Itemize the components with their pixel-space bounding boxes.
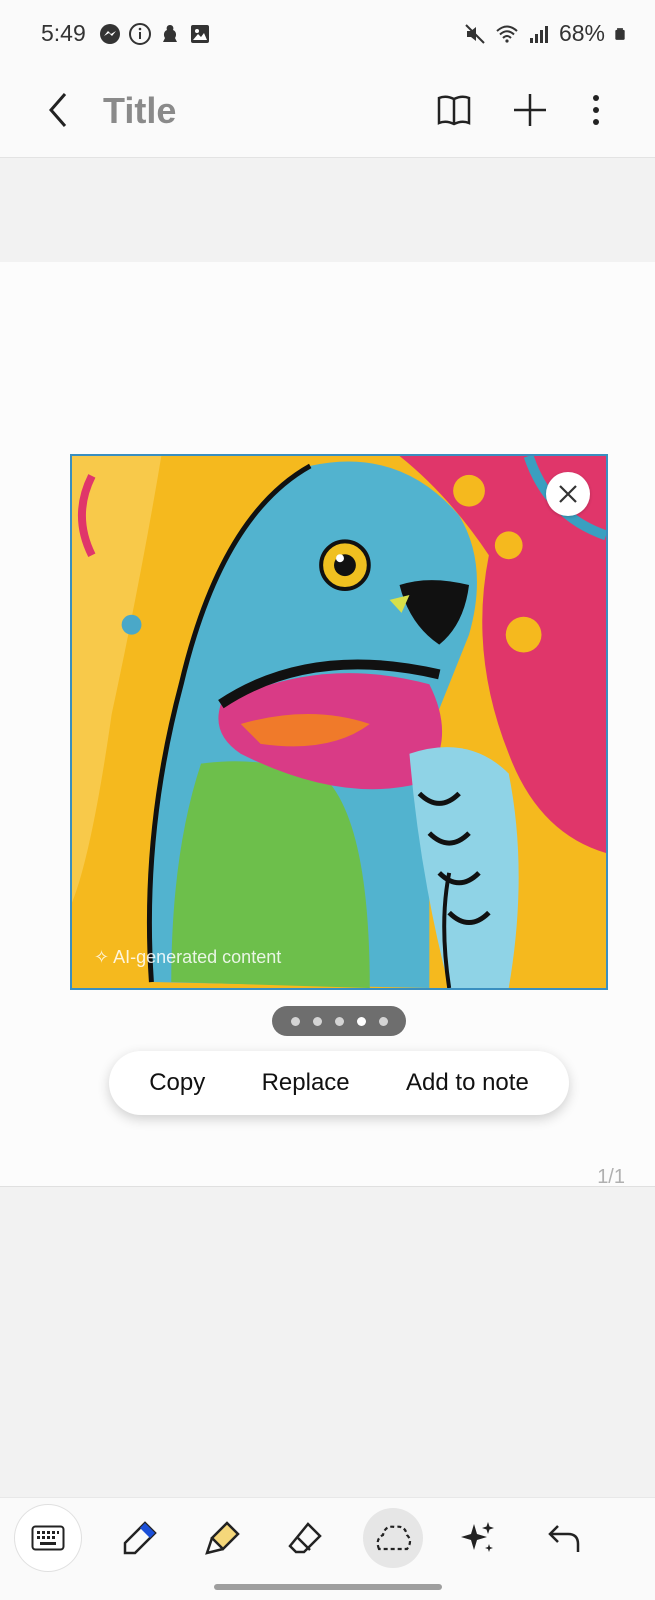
- book-view-button[interactable]: [432, 88, 476, 132]
- highlighter-icon: [205, 1521, 240, 1555]
- image-action-menu: Copy Replace Add to note: [109, 1051, 569, 1115]
- status-bar: 5:49 68%: [0, 0, 655, 70]
- battery-percent: 68%: [558, 20, 605, 46]
- book-icon: [437, 95, 471, 126]
- pager-dot-active[interactable]: [356, 1016, 366, 1026]
- ai-sparkle-icon: [461, 1522, 494, 1552]
- pen-tool-button[interactable]: [110, 1508, 170, 1568]
- status-icons-left: [98, 22, 212, 46]
- lasso-tool-button[interactable]: [363, 1508, 423, 1568]
- close-icon: [559, 485, 577, 503]
- drawing-toolbar: [0, 1497, 655, 1577]
- gallery-icon: [191, 25, 209, 43]
- add-button[interactable]: [508, 88, 552, 132]
- status-right: 68%: [463, 20, 627, 47]
- image-pager[interactable]: [272, 1006, 406, 1036]
- ai-generated-text: AI-generated content: [113, 947, 282, 967]
- signal-icon: [529, 25, 548, 43]
- back-icon: [49, 93, 67, 127]
- pager-dot[interactable]: [334, 1016, 344, 1026]
- keyboard-button[interactable]: [15, 1505, 81, 1571]
- app-bar: Title: [0, 70, 655, 158]
- keyboard-icon: [31, 1525, 65, 1551]
- generated-image[interactable]: ✧ AI-generated content: [70, 454, 608, 990]
- canvas-margin: [0, 158, 655, 262]
- back-button[interactable]: [40, 86, 76, 134]
- ai-sparkle-small-icon: ✧: [94, 947, 110, 967]
- battery-icon: [615, 27, 625, 40]
- close-image-button[interactable]: [546, 472, 590, 516]
- add-icon: [514, 94, 546, 126]
- undo-button[interactable]: [534, 1508, 594, 1568]
- replace-button[interactable]: Replace: [248, 1061, 364, 1105]
- add-to-note-button[interactable]: Add to note: [392, 1061, 543, 1105]
- messenger-icon: [100, 24, 120, 44]
- highlighter-tool-button[interactable]: [193, 1508, 253, 1568]
- mute-icon: [465, 23, 485, 44]
- pager-dot[interactable]: [378, 1016, 388, 1026]
- pen-icon: [123, 1521, 157, 1555]
- pager-dot[interactable]: [312, 1016, 322, 1026]
- more-options-button[interactable]: [574, 88, 618, 132]
- bird-artwork: [72, 456, 606, 988]
- wifi-icon: [496, 25, 518, 43]
- note-title[interactable]: Title: [103, 90, 176, 132]
- notification-icon: [163, 25, 177, 42]
- ai-assist-button[interactable]: [448, 1508, 508, 1568]
- home-gesture-handle[interactable]: [214, 1584, 442, 1590]
- pager-dot[interactable]: [290, 1016, 300, 1026]
- undo-icon: [548, 1525, 580, 1552]
- lasso-icon: [376, 1525, 412, 1551]
- info-icon: [129, 23, 151, 45]
- page-indicator: 1/1: [597, 1166, 625, 1188]
- ai-generated-label: ✧ AI-generated content: [94, 947, 281, 968]
- more-options-icon: [593, 95, 599, 125]
- eraser-icon: [288, 1522, 322, 1554]
- eraser-tool-button[interactable]: [276, 1508, 336, 1568]
- status-time: 5:49: [41, 20, 86, 46]
- copy-button[interactable]: Copy: [135, 1061, 219, 1105]
